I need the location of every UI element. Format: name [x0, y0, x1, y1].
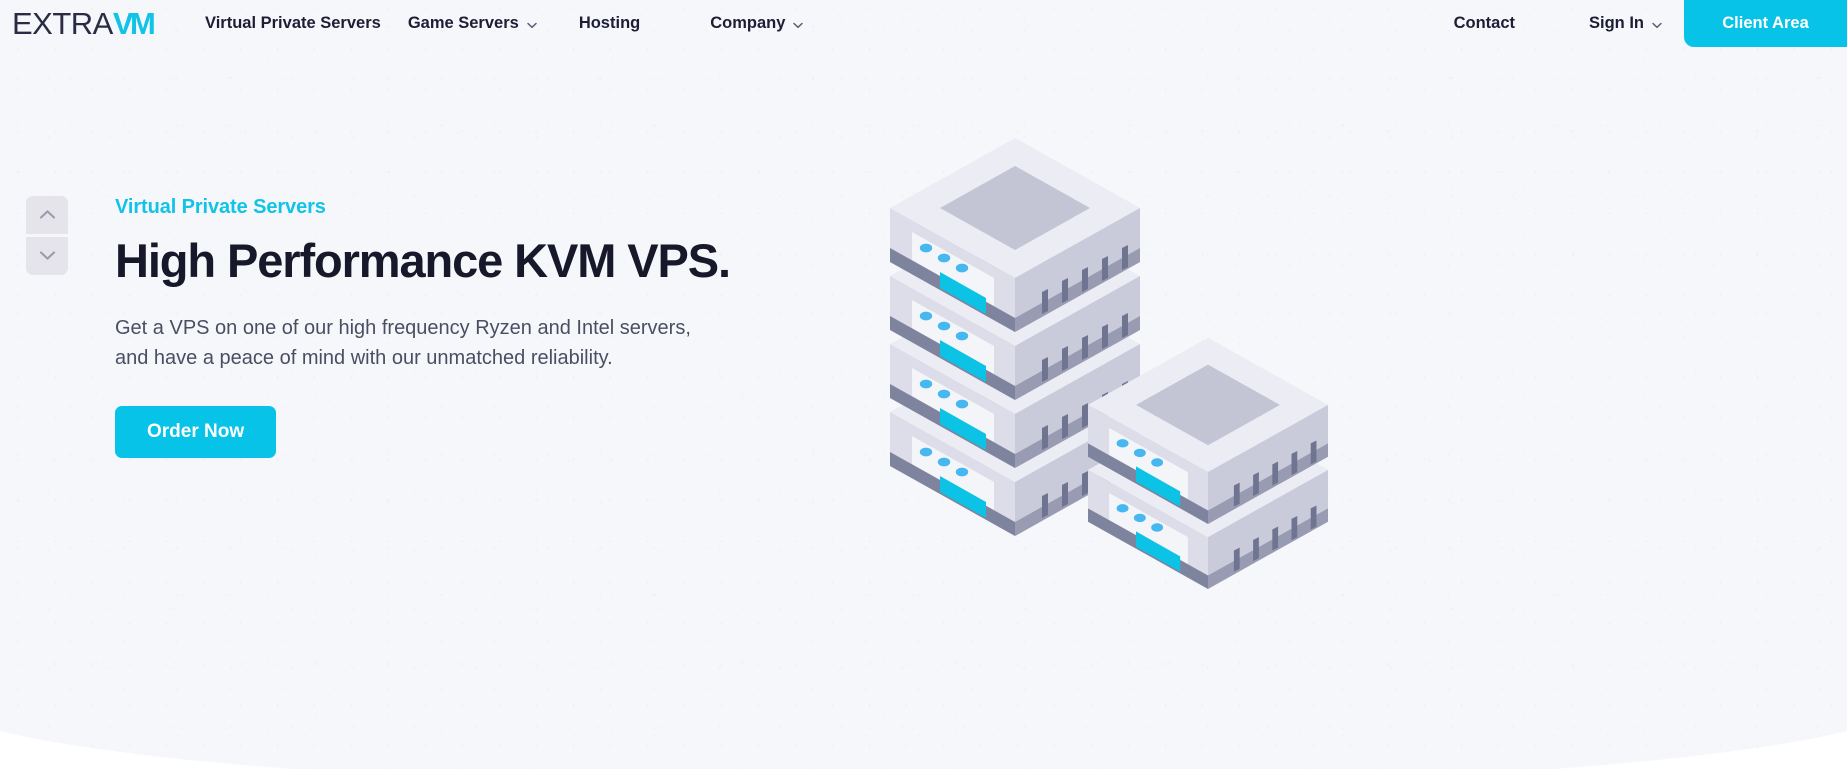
nav-item-sign-in[interactable]: Sign In [1589, 0, 1663, 47]
logo-text-accent: VM [112, 6, 156, 41]
nav-label: Company [710, 14, 786, 32]
chevron-up-icon [39, 208, 56, 223]
nav-item-virtual-private-servers[interactable]: Virtual Private Servers [205, 0, 381, 47]
site-header: EXTRAVM Virtual Private Servers Game Ser… [0, 0, 1847, 47]
nav-item-company[interactable]: Company [710, 0, 804, 47]
nav-label: Virtual Private Servers [205, 14, 381, 32]
order-now-button[interactable]: Order Now [115, 405, 277, 458]
nav-label: Contact [1453, 14, 1515, 32]
secondary-navigation: Contact Sign In [1454, 0, 1663, 47]
nav-label: Hosting [578, 14, 641, 32]
primary-navigation: Virtual Private Servers Game Servers Hos… [205, 0, 832, 47]
slider-navigation [26, 196, 68, 275]
logo-text-primary: EXTRA [12, 6, 113, 41]
page-root: EXTRAVM Virtual Private Servers Game Ser… [0, 0, 1847, 769]
nav-label: Sign In [1589, 14, 1644, 32]
client-area-button[interactable]: Client Area [1684, 0, 1847, 47]
nav-item-game-servers[interactable]: Game Servers [408, 0, 538, 47]
nav-label: Game Servers [407, 14, 519, 32]
hero-eyebrow: Virtual Private Servers [115, 196, 326, 218]
hero-section: Virtual Private Servers High Performance… [115, 196, 755, 458]
hero-description: Get a VPS on one of our high frequency R… [115, 316, 691, 370]
server-stack-illustration [880, 110, 1400, 610]
brand-logo[interactable]: EXTRAVM [12, 1, 156, 46]
chevron-down-icon [526, 19, 538, 31]
slider-prev-button[interactable] [26, 196, 68, 234]
nav-item-hosting[interactable]: Hosting [579, 0, 640, 47]
page-title: High Performance KVM VPS. [115, 234, 731, 287]
chevron-down-icon [792, 19, 804, 31]
chevron-down-icon [39, 249, 56, 264]
slider-next-button[interactable] [26, 237, 68, 275]
chevron-down-icon [1651, 19, 1663, 31]
nav-item-contact[interactable]: Contact [1454, 0, 1515, 47]
